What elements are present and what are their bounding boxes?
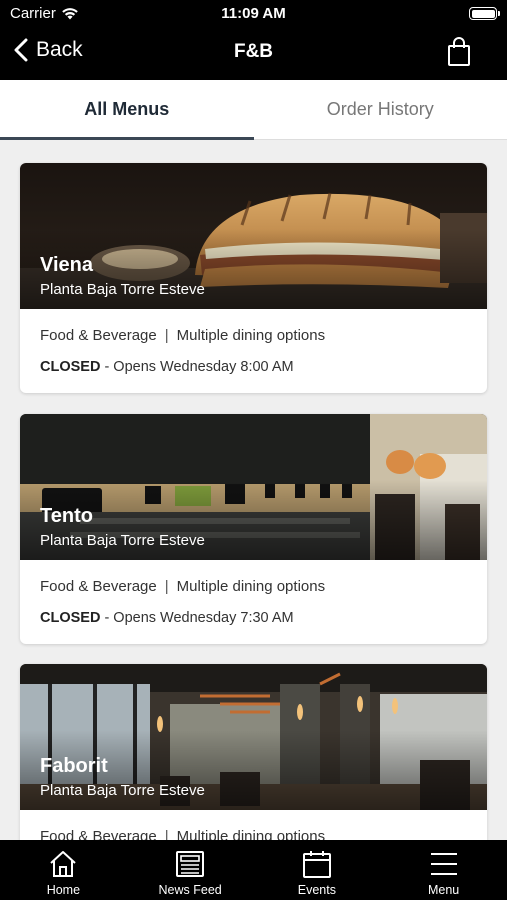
bottom-tab-bar: Home News Feed Events Menu [0,840,507,900]
tab-home-label: Home [46,883,81,897]
status-label: CLOSED [40,359,101,375]
venue-photo: Tento Planta Baja Torre Esteve [20,414,487,560]
hamburger-menu-icon [430,853,457,875]
tab-news-feed-label: News Feed [158,883,222,897]
clock: 11:09 AM [221,5,286,22]
meta-separator: | [164,327,169,344]
venue-location: Planta Baja Torre Esteve [40,532,205,549]
venue-meta: Food & Beverage | Multiple dining option… [40,327,467,344]
shopping-bag-button[interactable] [447,37,471,72]
tab-home[interactable]: Home [0,840,127,900]
battery-icon [469,7,500,20]
home-icon [50,851,77,877]
navigation-bar: Back F&B [0,28,507,80]
tab-all-menus[interactable]: All Menus [0,80,254,140]
meta-separator: | [164,578,169,595]
tab-events-label: Events [297,883,336,897]
venue-options: Multiple dining options [176,327,326,344]
venue-photo: Viena Planta Baja Torre Esteve [20,163,487,309]
shopping-bag-icon [448,37,470,66]
venue-card-viena[interactable]: Viena Planta Baja Torre Esteve Food & Be… [20,163,487,393]
news-feed-icon [176,851,205,877]
venue-name: Tento [40,505,93,527]
venue-category: Food & Beverage [40,828,157,840]
tab-events[interactable]: Events [254,840,381,900]
venue-category: Food & Beverage [40,327,157,344]
page-title: F&B [233,41,274,62]
venue-name: Faborit [40,755,108,777]
meta-separator: | [164,828,169,840]
venue-list[interactable]: Viena Planta Baja Torre Esteve Food & Be… [0,141,507,840]
venue-name: Viena [40,254,93,276]
venue-location: Planta Baja Torre Esteve [40,281,205,298]
venue-meta: Food & Beverage | Multiple dining option… [40,828,467,840]
tab-order-history[interactable]: Order History [254,80,507,139]
venue-meta: Food & Beverage | Multiple dining option… [40,578,467,595]
segment-tabs: All Menus Order History [0,80,507,140]
venue-card-tento[interactable]: Tento Planta Baja Torre Esteve Food & Be… [20,414,487,644]
venue-options: Multiple dining options [176,578,326,595]
status-detail: - Opens Wednesday 8:00 AM [100,359,294,375]
status-detail: - Opens Wednesday 7:30 AM [100,610,294,626]
tab-menu[interactable]: Menu [380,840,507,900]
venue-category: Food & Beverage [40,578,157,595]
status-bar: Carrier 11:09 AM [0,0,507,28]
venue-photo: Faborit Planta Baja Torre Esteve [20,664,487,810]
status-label: CLOSED [40,610,101,626]
tab-menu-label: Menu [427,883,460,897]
venue-location: Planta Baja Torre Esteve [40,782,205,799]
calendar-icon [302,851,331,878]
venue-status: CLOSED - Opens Wednesday 7:30 AM [40,610,467,626]
venue-status: CLOSED - Opens Wednesday 8:00 AM [40,359,467,375]
venue-card-faborit[interactable]: Faborit Planta Baja Torre Esteve Food & … [20,664,487,840]
tab-news-feed[interactable]: News Feed [127,840,254,900]
venue-options: Multiple dining options [176,828,326,840]
